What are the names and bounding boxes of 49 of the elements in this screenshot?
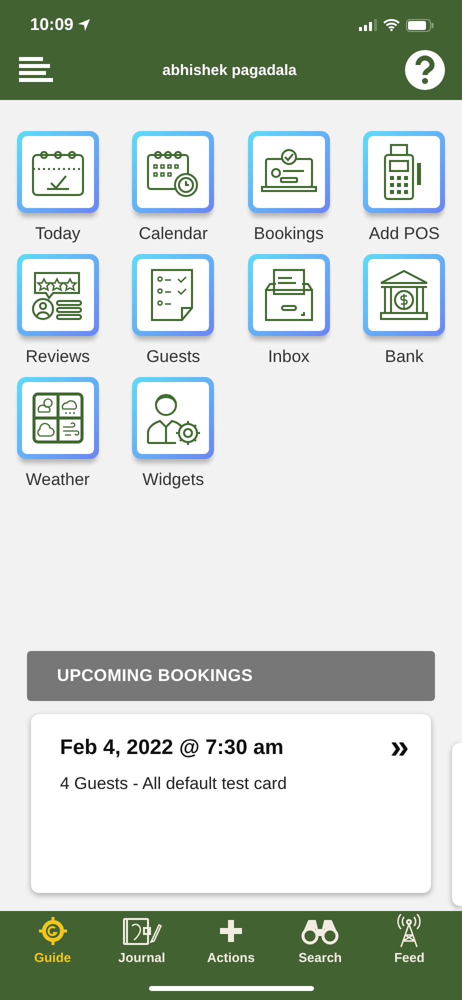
section-heading: UPCOMING BOOKINGS	[27, 651, 435, 701]
weather-icon	[32, 392, 84, 444]
menu-tile[interactable]	[132, 254, 214, 336]
menu-icon	[19, 57, 54, 83]
person-gear-icon	[146, 391, 200, 445]
laptop-check-icon	[260, 149, 318, 195]
location-arrow-icon	[77, 18, 92, 32]
help-button[interactable]	[405, 50, 445, 90]
antenna-tower-icon	[396, 914, 422, 948]
tile-label: Widgets	[142, 470, 204, 490]
tile-label: Reviews	[26, 347, 90, 367]
tab-item[interactable]: Journal	[97, 911, 186, 965]
binoculars-icon	[300, 917, 340, 945]
menu-tile[interactable]	[363, 131, 446, 213]
menu-tile[interactable]	[132, 377, 214, 459]
compass-icon	[36, 916, 69, 946]
menu-tile[interactable]	[16, 254, 99, 336]
tab-item[interactable]: Actions	[186, 911, 276, 965]
booking-card[interactable]: Feb 4, 2022 @ 7:30 am 4 Guests - All default test card »	[31, 714, 431, 893]
menu-tile[interactable]	[248, 131, 330, 213]
signal-icon	[359, 19, 377, 31]
tile-label: Bookings	[254, 224, 324, 244]
menu-tile[interactable]	[363, 254, 446, 336]
tile-label: Weather	[26, 470, 90, 490]
tab-item[interactable]: Search	[276, 911, 365, 965]
help-icon	[405, 50, 445, 90]
menu-tile[interactable]	[16, 377, 99, 459]
booking-date: Feb 4, 2022 @ 7:30 am	[60, 736, 284, 760]
chevron-double[interactable]: »	[390, 730, 409, 764]
tile-label: Guests	[146, 347, 200, 367]
tile-label: Add POS	[368, 224, 440, 244]
menu-tile[interactable]	[132, 131, 214, 213]
user-name: abhishek pagadala	[162, 62, 297, 78]
wifi-icon	[383, 19, 400, 31]
tab-item[interactable]: Guide	[8, 911, 98, 965]
menu-tile[interactable]	[16, 131, 99, 213]
tile-label: Bank	[384, 347, 424, 367]
plus-icon	[218, 918, 244, 944]
tile-label: Inbox	[268, 347, 310, 367]
booking-details: 4 Guests - All default test card	[60, 774, 288, 794]
tab-item[interactable]: Feed	[364, 911, 454, 965]
book-pencil-icon	[122, 916, 162, 946]
tile-label: Calendar	[138, 224, 208, 244]
status-time: 10:09	[30, 15, 74, 35]
battery-icon	[406, 18, 434, 32]
tile-label: Today	[35, 224, 80, 244]
menu-tile[interactable]	[248, 254, 330, 336]
menu-button[interactable]	[19, 57, 54, 83]
reviews-icon	[30, 269, 85, 321]
